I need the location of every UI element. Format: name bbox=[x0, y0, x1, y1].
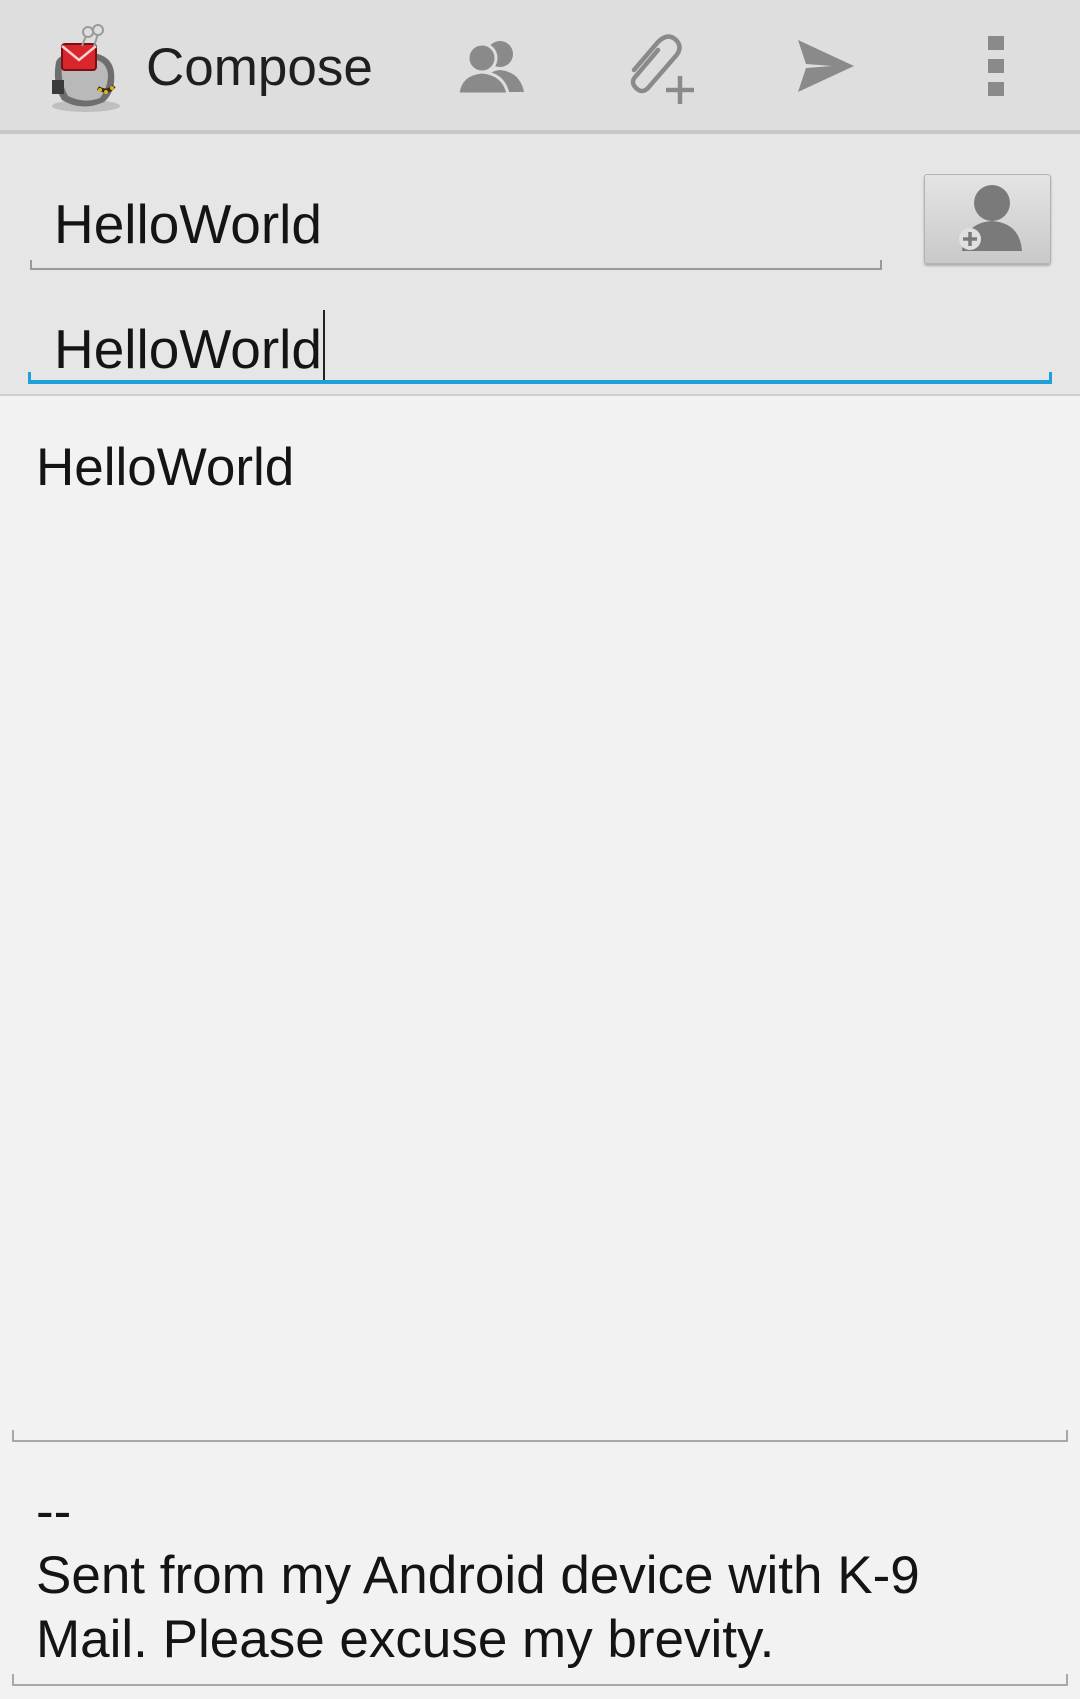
subject-field-value: HelloWorld bbox=[54, 318, 322, 380]
signature-separator: -- bbox=[36, 1482, 72, 1541]
subject-field-underline bbox=[28, 372, 1052, 384]
to-field[interactable]: HelloWorld bbox=[30, 186, 882, 266]
contacts-icon bbox=[454, 36, 530, 101]
attach-icon bbox=[618, 26, 698, 111]
overflow-menu-icon bbox=[986, 34, 1006, 103]
message-body-value: HelloWorld bbox=[36, 438, 295, 497]
to-field-underline bbox=[30, 260, 882, 270]
message-body-field[interactable]: HelloWorld bbox=[36, 436, 294, 500]
overflow-menu-button[interactable] bbox=[948, 20, 1044, 116]
add-attachment-button[interactable] bbox=[610, 20, 706, 116]
add-contacts-button[interactable] bbox=[444, 20, 540, 116]
to-field-value: HelloWorld bbox=[54, 193, 322, 255]
page-title: Compose bbox=[146, 38, 373, 97]
compose-header: HelloWorld HelloWorld bbox=[0, 134, 1080, 396]
signature-underline bbox=[12, 1674, 1068, 1686]
send-button[interactable] bbox=[778, 20, 874, 116]
signature-line-1: Sent from my Android device with K-9 bbox=[36, 1546, 920, 1605]
send-icon bbox=[796, 38, 856, 99]
add-contact-button[interactable] bbox=[924, 174, 1051, 264]
message-body-underline bbox=[12, 1430, 1068, 1442]
signature-line-2: Mail. Please excuse my brevity. bbox=[36, 1610, 775, 1669]
add-contact-icon bbox=[950, 181, 1026, 258]
action-bar: Compose bbox=[0, 0, 1080, 134]
signature-field[interactable]: -- Sent from my Android device with K-9 … bbox=[36, 1480, 1036, 1672]
k9-mail-app-icon[interactable] bbox=[42, 22, 126, 114]
